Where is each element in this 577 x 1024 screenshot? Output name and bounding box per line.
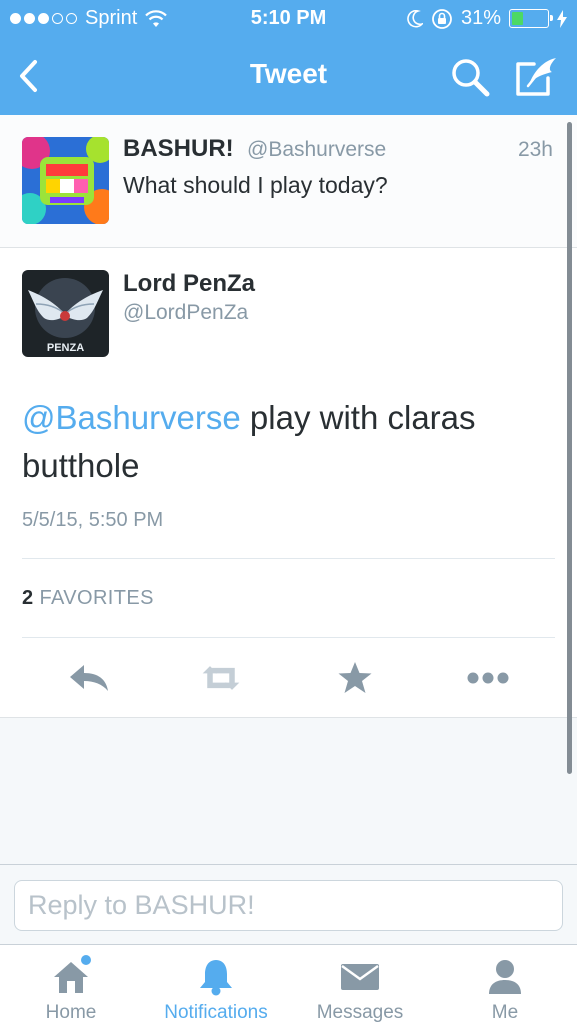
search-icon[interactable] — [449, 56, 491, 98]
tab-notifications[interactable]: Notifications — [151, 945, 281, 1024]
tab-bar: Home Notifications Messages Me — [0, 944, 577, 1024]
battery-icon — [509, 9, 553, 28]
tweet-timestamp: 5/5/15, 5:50 PM — [22, 509, 164, 531]
favorite-star-icon — [338, 662, 372, 693]
envelope-icon-wrap — [338, 955, 382, 999]
header-bar: Sprint 5:10 PM 31% Tweet — [0, 0, 577, 115]
tweet-body: @Bashurverse play with claras butthole — [22, 394, 542, 490]
person-icon — [489, 960, 521, 994]
tab-label: Notifications — [164, 1002, 268, 1023]
status-bar: Sprint 5:10 PM 31% — [0, 0, 577, 38]
charging-bolt-icon — [557, 9, 567, 28]
bashur-avatar-image — [22, 137, 109, 224]
divider — [22, 558, 555, 559]
more-icon — [467, 672, 509, 684]
avatar[interactable] — [22, 137, 109, 224]
more-button[interactable] — [466, 658, 510, 698]
author-handle[interactable]: @LordPenZa — [123, 301, 248, 325]
mention-link[interactable]: @Bashurverse — [22, 399, 241, 436]
tab-me[interactable]: Me — [466, 945, 544, 1024]
favorites-number: 2 — [22, 587, 34, 609]
bell-icon — [200, 960, 232, 996]
favorite-button[interactable] — [333, 658, 377, 698]
scrollbar[interactable] — [567, 122, 572, 774]
tweet-actions — [0, 658, 577, 698]
favorites-count[interactable]: 2 FAVORITES — [22, 587, 154, 610]
status-right-group: 31% — [407, 7, 567, 30]
favorites-label: FAVORITES — [33, 587, 154, 609]
avatar[interactable]: PENZA — [22, 270, 109, 357]
retweet-icon — [202, 666, 240, 690]
author-name[interactable]: BASHUR! — [123, 135, 234, 163]
moon-icon — [407, 9, 423, 28]
tweet-time-ago: 23h — [517, 138, 553, 161]
reply-bar — [0, 864, 577, 944]
author-handle[interactable]: @Bashurverse — [247, 138, 386, 162]
reply-icon — [70, 665, 108, 691]
home-icon-wrap — [49, 955, 93, 999]
tweet-detail: PENZA Lord PenZa @LordPenZa @Bashurverse… — [0, 248, 577, 718]
retweet-button[interactable] — [199, 658, 243, 698]
rotation-lock-icon — [432, 8, 452, 29]
tab-home[interactable]: Home — [22, 945, 120, 1024]
author-name[interactable]: Lord PenZa — [123, 270, 255, 298]
reply-input[interactable] — [14, 880, 563, 931]
person-icon-wrap — [483, 955, 527, 999]
bell-icon-wrap — [194, 955, 238, 999]
compose-icon[interactable] — [514, 54, 560, 98]
tab-label: Me — [491, 1002, 519, 1023]
divider — [22, 637, 555, 638]
envelope-icon — [341, 964, 379, 990]
home-badge-dot — [81, 955, 91, 965]
tab-messages[interactable]: Messages — [305, 945, 415, 1024]
original-tweet[interactable]: BASHUR! @Bashurverse 23h What should I p… — [0, 115, 577, 248]
avatar-logo-text: PENZA — [46, 342, 85, 354]
reply-button[interactable] — [67, 658, 111, 698]
tab-label: Home — [45, 1002, 97, 1023]
tab-label: Messages — [316, 1002, 404, 1023]
tweet-text: What should I play today? — [123, 172, 388, 198]
battery-percent: 31% — [460, 7, 501, 29]
